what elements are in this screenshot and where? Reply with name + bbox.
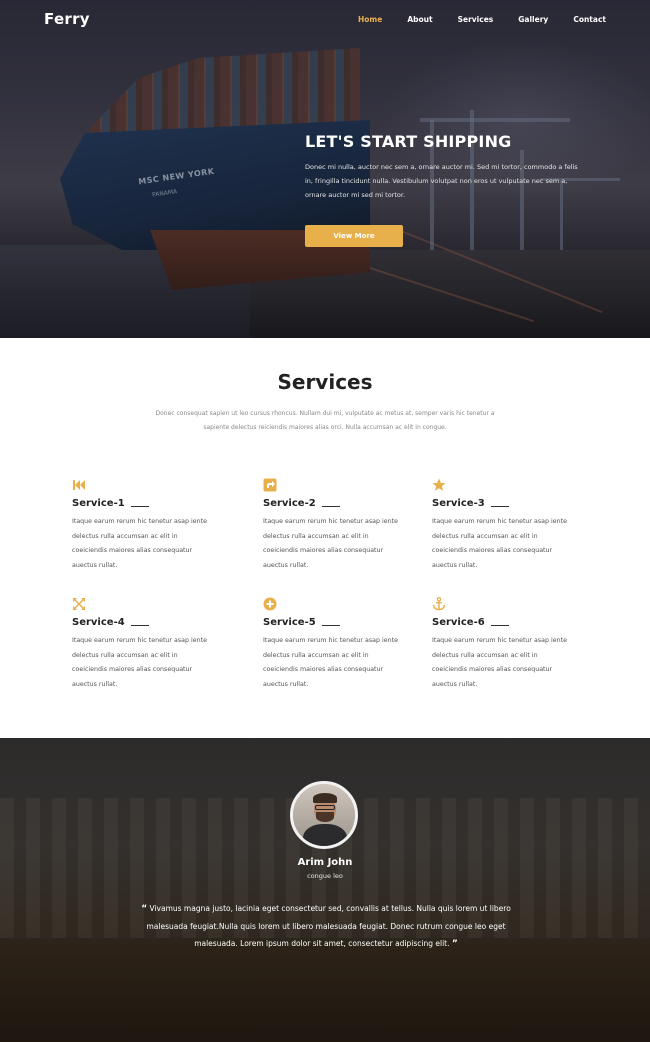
testimonial-name: Arim John bbox=[297, 857, 353, 868]
nav-contact[interactable]: Contact bbox=[573, 15, 606, 24]
service-title: Service-3 bbox=[432, 498, 485, 509]
rewind-icon bbox=[73, 480, 85, 490]
star-icon bbox=[432, 478, 446, 491]
service-text: Itaque earum rerum hic tenetur asap ient… bbox=[432, 518, 567, 569]
service-title: Service-6 bbox=[432, 617, 485, 628]
service-text: Itaque earum rerum hic tenetur asap ient… bbox=[72, 518, 207, 569]
service-title: Service-4 bbox=[72, 617, 125, 628]
service-card: Service-3 Itaque earum rerum hic tenetur… bbox=[432, 478, 572, 573]
services-description: Donec consequat sapien ut leo cursus rho… bbox=[155, 410, 495, 431]
expand-arrows-icon bbox=[73, 598, 85, 610]
service-text: Itaque earum rerum hic tenetur asap ient… bbox=[72, 637, 207, 688]
testimonial-role: congue leo bbox=[307, 872, 343, 880]
nav-services[interactable]: Services bbox=[458, 15, 494, 24]
open-quote-icon: “ bbox=[141, 904, 148, 914]
service-text: Itaque earum rerum hic tenetur asap ient… bbox=[263, 518, 398, 569]
main-menu: Home About Services Gallery Contact bbox=[333, 15, 606, 24]
service-title: Service-1 bbox=[72, 498, 125, 509]
testimonial-quote: “ Vivamus magna justo, lacinia eget cons… bbox=[128, 900, 524, 953]
hero-text: LET'S START SHIPPING Donec mi nulla, auc… bbox=[305, 132, 585, 202]
hero-section: MSC NEW YORK PANAMA Ferry Home About Ser… bbox=[0, 0, 650, 338]
plus-circle-icon bbox=[263, 597, 277, 611]
services-title: Services bbox=[277, 370, 373, 394]
service-title: Service-2 bbox=[263, 498, 316, 509]
hero-title: LET'S START SHIPPING bbox=[305, 132, 512, 151]
nav-gallery[interactable]: Gallery bbox=[518, 15, 548, 24]
share-square-icon bbox=[263, 478, 277, 492]
hero-description: Donec mi nulla, auctor nec sem a, ornare… bbox=[305, 163, 578, 199]
service-card: Service-5 Itaque earum rerum hic tenetur… bbox=[263, 597, 403, 692]
site-logo[interactable]: Ferry bbox=[44, 10, 90, 28]
service-card: Service-6 Itaque earum rerum hic tenetur… bbox=[432, 597, 572, 692]
top-nav: Ferry Home About Services Gallery Contac… bbox=[0, 0, 650, 40]
close-quote-icon: ” bbox=[451, 939, 458, 949]
nav-about[interactable]: About bbox=[407, 15, 432, 24]
avatar bbox=[290, 781, 358, 849]
service-card: Service-4 Itaque earum rerum hic tenetur… bbox=[72, 597, 212, 692]
view-more-button[interactable]: View More bbox=[305, 225, 403, 247]
service-title: Service-5 bbox=[263, 617, 316, 628]
service-text: Itaque earum rerum hic tenetur asap ient… bbox=[432, 637, 567, 688]
service-card: Service-1 Itaque earum rerum hic tenetur… bbox=[72, 478, 212, 573]
anchor-icon bbox=[432, 597, 446, 611]
service-card: Service-2 Itaque earum rerum hic tenetur… bbox=[263, 478, 403, 573]
nav-home[interactable]: Home bbox=[358, 15, 382, 24]
service-text: Itaque earum rerum hic tenetur asap ient… bbox=[263, 637, 398, 688]
